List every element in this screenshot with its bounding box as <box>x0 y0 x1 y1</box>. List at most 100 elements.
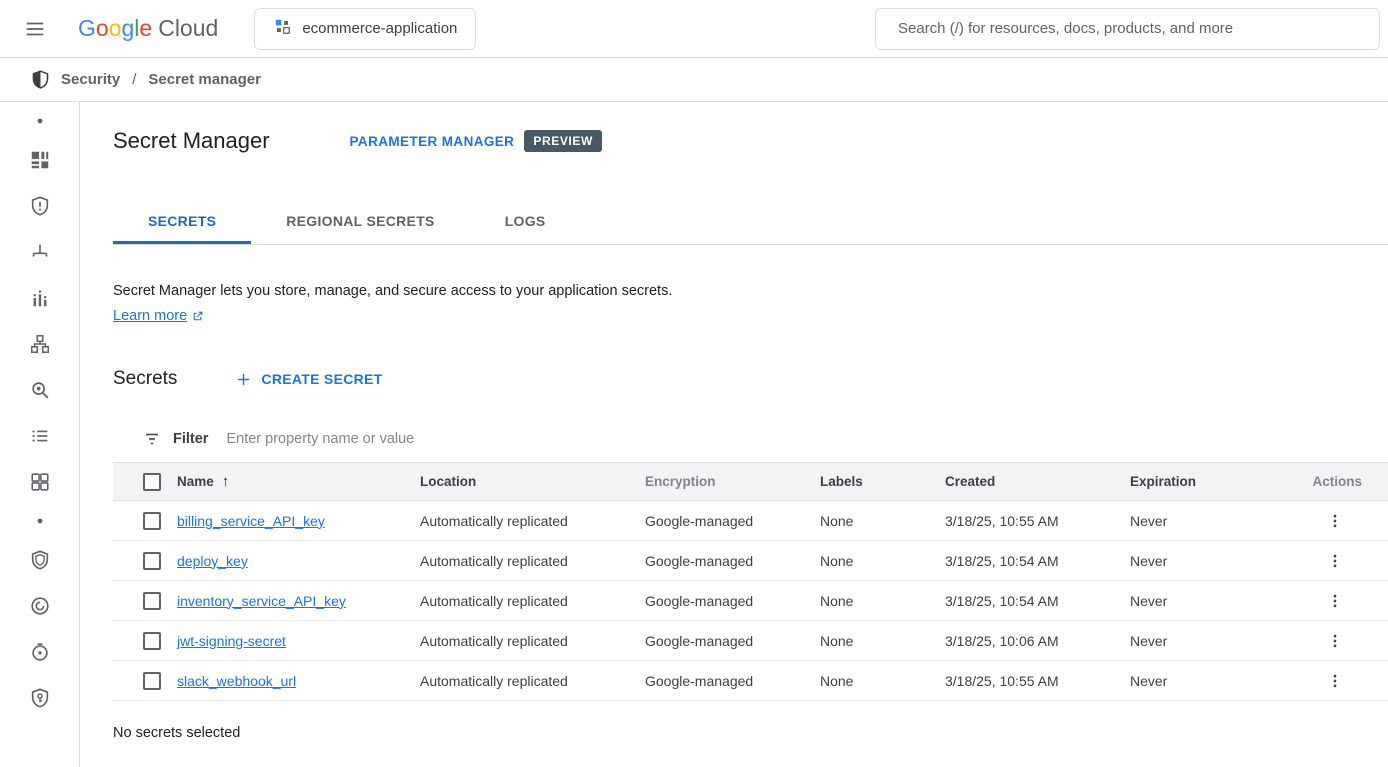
table-header-row: Name↑LocationEncryptionLabelsCreatedExpi… <box>113 463 1388 501</box>
secret-name-link[interactable]: billing_service_API_key <box>177 513 325 529</box>
breadcrumb: Security / Secret manager <box>0 58 1388 102</box>
google-cloud-logo: Google Cloud <box>78 15 218 42</box>
cell-labels: None <box>820 541 945 581</box>
row-actions-menu-icon[interactable] <box>1326 551 1344 571</box>
column-header-location: Location <box>420 463 645 501</box>
breadcrumb-page: Secret manager <box>148 71 261 88</box>
table-row: jwt-signing-secret Automatically replicat… <box>113 621 1388 661</box>
cell-created: 3/18/25, 10:54 AM <box>945 541 1130 581</box>
cell-created: 3/18/25, 10:06 AM <box>945 621 1130 661</box>
tab-secrets[interactable]: SECRETS <box>113 198 251 244</box>
table-row: billing_service_API_key Automatically rep… <box>113 501 1388 541</box>
grid-squares-icon[interactable] <box>28 470 52 494</box>
column-header-name[interactable]: Name↑ <box>177 463 420 501</box>
cell-created: 3/18/25, 10:55 AM <box>945 661 1130 701</box>
menu-hamburger-icon[interactable] <box>22 16 48 42</box>
row-checkbox[interactable] <box>143 632 161 650</box>
top-bar: Google Cloud ecommerce-application <box>0 0 1388 58</box>
plus-icon <box>235 371 252 388</box>
cell-expiration: Never <box>1130 661 1280 701</box>
search-gear-icon[interactable] <box>28 378 52 402</box>
row-actions-menu-icon[interactable] <box>1326 631 1344 651</box>
secret-name-link[interactable]: deploy_key <box>177 553 248 569</box>
filter-input[interactable] <box>224 430 1388 448</box>
breadcrumb-section[interactable]: Security <box>61 71 120 88</box>
cell-created: 3/18/25, 10:55 AM <box>945 501 1130 541</box>
column-header-actions: Actions <box>1280 463 1388 501</box>
tab-logs[interactable]: LOGS <box>470 198 581 244</box>
shield-key-icon[interactable] <box>28 686 52 710</box>
sort-ascending-icon: ↑ <box>222 473 230 490</box>
cell-encryption: Google-managed <box>645 581 820 621</box>
column-header-encryption: Encryption <box>645 463 820 501</box>
cell-location: Automatically replicated <box>420 661 645 701</box>
external-link-icon <box>191 310 204 323</box>
dot-icon[interactable] <box>28 516 52 526</box>
access-tee-icon[interactable] <box>28 240 52 264</box>
secrets-section-heading: Secrets <box>113 368 177 390</box>
tabs: SECRETSREGIONAL SECRETSLOGS <box>113 198 1388 245</box>
page-title: Secret Manager <box>113 128 270 154</box>
filter-icon <box>143 430 161 448</box>
chart-icon[interactable] <box>28 286 52 310</box>
row-actions-menu-icon[interactable] <box>1326 591 1344 611</box>
row-actions-menu-icon[interactable] <box>1326 511 1344 531</box>
row-checkbox[interactable] <box>143 592 161 610</box>
column-header-created: Created <box>945 463 1130 501</box>
table-row: deploy_key Automatically replicatedGoogle… <box>113 541 1388 581</box>
column-header-expiration: Expiration <box>1130 463 1280 501</box>
project-selector[interactable]: ecommerce-application <box>254 8 476 50</box>
column-header-select <box>113 463 177 501</box>
project-name: ecommerce-application <box>302 20 457 37</box>
table-row: inventory_service_API_key Automatically r… <box>113 581 1388 621</box>
cell-expiration: Never <box>1130 501 1280 541</box>
list-icon[interactable] <box>28 424 52 448</box>
filter-label: Filter <box>173 431 208 447</box>
secrets-table-block: Filter Name↑LocationEncryptionLabelsCrea… <box>113 416 1388 701</box>
row-actions-menu-icon[interactable] <box>1326 671 1344 691</box>
overview-blocks-icon[interactable] <box>28 148 52 172</box>
create-secret-button[interactable]: CREATE SECRET <box>235 371 382 388</box>
shield-alert-icon[interactable] <box>28 194 52 218</box>
table-row: slack_webhook_url Automatically replicate… <box>113 661 1388 701</box>
secret-name-link[interactable]: inventory_service_API_key <box>177 593 346 609</box>
cell-created: 3/18/25, 10:54 AM <box>945 581 1130 621</box>
row-checkbox[interactable] <box>143 512 161 530</box>
cell-expiration: Never <box>1130 581 1280 621</box>
cell-location: Automatically replicated <box>420 581 645 621</box>
hierarchy-icon[interactable] <box>28 332 52 356</box>
secret-name-link[interactable]: jwt-signing-secret <box>177 633 286 649</box>
breadcrumb-separator: / <box>132 71 136 88</box>
learn-more-link[interactable]: Learn more <box>113 308 204 324</box>
page-description: Secret Manager lets you store, manage, a… <box>113 281 1388 301</box>
cell-location: Automatically replicated <box>420 621 645 661</box>
project-icon <box>273 17 292 40</box>
secret-name-link[interactable]: slack_webhook_url <box>177 673 296 689</box>
cell-encryption: Google-managed <box>645 501 820 541</box>
row-checkbox[interactable] <box>143 552 161 570</box>
dot-icon[interactable] <box>28 116 52 126</box>
cell-labels: None <box>820 581 945 621</box>
target-icon[interactable] <box>28 640 52 664</box>
filter-bar[interactable]: Filter <box>113 416 1388 462</box>
cell-encryption: Google-managed <box>645 541 820 581</box>
shield-icon[interactable] <box>28 548 52 572</box>
cell-encryption: Google-managed <box>645 661 820 701</box>
cell-labels: None <box>820 621 945 661</box>
cell-encryption: Google-managed <box>645 621 820 661</box>
cell-location: Automatically replicated <box>420 541 645 581</box>
cell-location: Automatically replicated <box>420 501 645 541</box>
sidebar <box>0 102 80 767</box>
compliance-circle-icon[interactable] <box>28 594 52 618</box>
row-checkbox[interactable] <box>143 672 161 690</box>
select-all-checkbox[interactable] <box>143 473 161 491</box>
parameter-manager-link[interactable]: PARAMETER MANAGER <box>350 134 515 149</box>
cell-expiration: Never <box>1130 541 1280 581</box>
column-header-labels: Labels <box>820 463 945 501</box>
preview-badge: PREVIEW <box>524 130 602 152</box>
tab-regional-secrets[interactable]: REGIONAL SECRETS <box>251 198 469 244</box>
cell-expiration: Never <box>1130 621 1280 661</box>
search-input[interactable] <box>875 8 1380 50</box>
cell-labels: None <box>820 661 945 701</box>
selection-status-text: No secrets selected <box>113 725 1388 741</box>
